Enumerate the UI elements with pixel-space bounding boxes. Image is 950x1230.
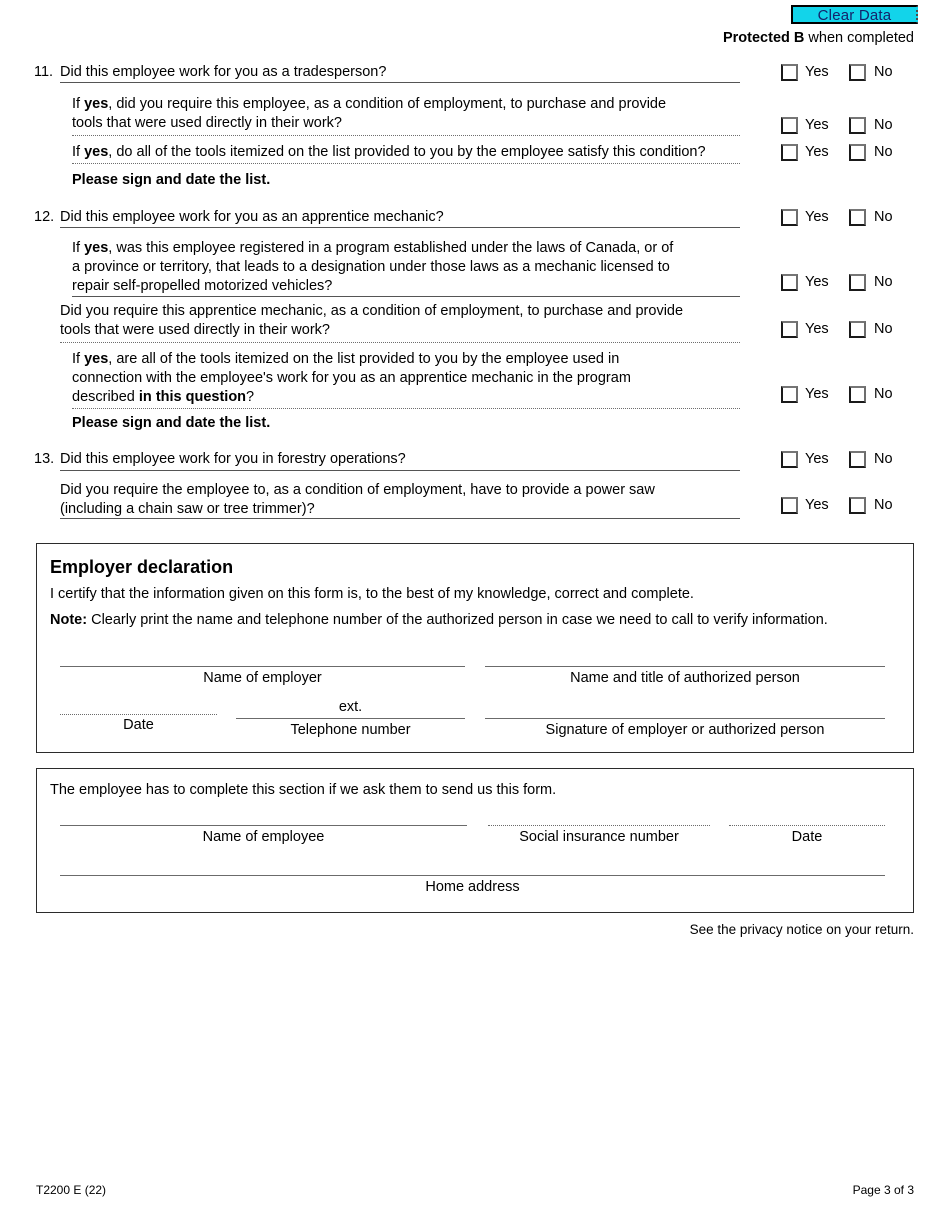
question-12c-yes-checkbox[interactable] bbox=[781, 386, 798, 403]
employer-declaration-note-bold: Note: bbox=[50, 612, 88, 628]
question-11a-no-label: No bbox=[874, 117, 893, 133]
protected-b-bold: Protected B bbox=[722, 30, 805, 46]
protected-b-rest: when completed bbox=[804, 30, 914, 46]
question-13-no-label: No bbox=[874, 451, 893, 467]
question-13a-no-label: No bbox=[874, 497, 893, 513]
question-12b-line1: Did you require this apprentice mechanic… bbox=[60, 303, 684, 319]
social-insurance-number-label: Social insurance number bbox=[519, 829, 679, 845]
question-12a-rule bbox=[72, 296, 740, 297]
employer-date-label: Date bbox=[123, 717, 154, 733]
question-12a-no-checkbox[interactable] bbox=[849, 274, 866, 291]
home-address-input[interactable] bbox=[60, 875, 885, 876]
question-11b-yes-checkbox[interactable] bbox=[781, 144, 798, 161]
question-12b-yes-checkbox[interactable] bbox=[781, 321, 798, 338]
question-11a-yes-label: Yes bbox=[805, 117, 829, 133]
question-12a-answer-group: Yes No bbox=[0, 274, 950, 294]
question-12c-no-checkbox[interactable] bbox=[849, 386, 866, 403]
question-12c-line1-prefix: If bbox=[72, 351, 85, 367]
employee-section-intro: The employee has to complete this sectio… bbox=[50, 782, 557, 798]
page-number: Page 3 of 3 bbox=[852, 1183, 914, 1197]
question-11b-yes-label: Yes bbox=[805, 144, 829, 160]
clear-data-button[interactable]: Clear Data bbox=[791, 5, 918, 24]
question-13a-yes-checkbox[interactable] bbox=[781, 497, 798, 514]
question-12b-yes-label: Yes bbox=[805, 321, 829, 337]
question-12c-answer-group: Yes No bbox=[0, 386, 950, 406]
question-11a-no-checkbox[interactable] bbox=[849, 117, 866, 134]
question-12c-line1: If yes, are all of the tools itemized on… bbox=[72, 350, 619, 369]
question-12-yes-checkbox[interactable] bbox=[781, 209, 798, 226]
question-13a-yes-label: Yes bbox=[805, 497, 829, 513]
question-11a-line1: If yes, did you require this employee, a… bbox=[72, 95, 666, 114]
question-13a-answer-group: Yes No bbox=[0, 497, 950, 517]
question-12a-yes-checkbox[interactable] bbox=[781, 274, 798, 291]
question-11-yes-checkbox[interactable] bbox=[781, 64, 798, 81]
question-13-no-checkbox[interactable] bbox=[849, 451, 866, 468]
question-12-yes-label: Yes bbox=[805, 209, 829, 225]
question-12c-line1-suffix: , are all of the tools itemized on the l… bbox=[108, 351, 620, 367]
employer-date-input[interactable] bbox=[60, 714, 217, 715]
question-11a-yes-checkbox[interactable] bbox=[781, 117, 798, 134]
question-13a-no-checkbox[interactable] bbox=[849, 497, 866, 514]
name-title-authorized-person-input[interactable] bbox=[485, 666, 885, 667]
question-13-yes-checkbox[interactable] bbox=[781, 451, 798, 468]
question-11a-line1-prefix: If bbox=[72, 96, 85, 112]
question-12a-line1-emphasis: yes bbox=[84, 240, 109, 256]
question-12b-no-checkbox[interactable] bbox=[849, 321, 866, 338]
signature-label: Signature of employer or authorized pers… bbox=[545, 722, 825, 738]
form-page: Clear Data Protected B when completed 11… bbox=[0, 0, 950, 1230]
question-11a-line1-emphasis: yes bbox=[84, 96, 109, 112]
question-12b-rule bbox=[60, 342, 740, 343]
question-12a-line1: If yes, was this employee registered in … bbox=[72, 239, 673, 258]
employee-date-input[interactable] bbox=[729, 825, 885, 826]
question-11-no-checkbox[interactable] bbox=[849, 64, 866, 81]
question-11b-no-label: No bbox=[874, 144, 893, 160]
employer-declaration-title: Employer declaration bbox=[50, 557, 234, 577]
question-13-yes-label: Yes bbox=[805, 451, 829, 467]
name-of-employee-input[interactable] bbox=[60, 825, 467, 826]
question-11b-no-checkbox[interactable] bbox=[849, 144, 866, 161]
home-address-label: Home address bbox=[425, 879, 520, 895]
question-12c-line1-emphasis: yes bbox=[84, 351, 109, 367]
question-11-answer-group: Yes No bbox=[0, 64, 950, 84]
telephone-number-input[interactable] bbox=[236, 718, 465, 719]
question-12c-yes-label: Yes bbox=[805, 386, 829, 402]
privacy-notice: See the privacy notice on your return. bbox=[689, 922, 914, 937]
signature-input[interactable] bbox=[485, 718, 885, 719]
question-12b-no-label: No bbox=[874, 321, 893, 337]
question-11a-answer-group: Yes No bbox=[0, 117, 950, 137]
name-of-employer-label: Name of employer bbox=[203, 670, 322, 686]
employer-declaration-certify: I certify that the information given on … bbox=[50, 586, 694, 602]
question-11-no-label: No bbox=[874, 64, 893, 80]
question-13-answer-group: Yes No bbox=[0, 451, 950, 471]
question-12-sign-date-note: Please sign and date the list. bbox=[72, 415, 271, 431]
question-12c-rule bbox=[72, 408, 740, 409]
question-12-no-checkbox[interactable] bbox=[849, 209, 866, 226]
name-of-employee-label: Name of employee bbox=[202, 829, 325, 845]
question-12c-no-label: No bbox=[874, 386, 893, 402]
question-13a-rule bbox=[60, 518, 740, 519]
question-12a-line1-prefix: If bbox=[72, 240, 85, 256]
telephone-number-label: Telephone number bbox=[290, 722, 411, 738]
employer-declaration-note-rest: Clearly print the name and telephone num… bbox=[87, 612, 828, 628]
question-12a-line1-suffix: , was this employee registered in a prog… bbox=[108, 240, 674, 256]
question-12a-no-label: No bbox=[874, 274, 893, 290]
question-11b-answer-group: Yes No bbox=[0, 144, 950, 164]
telephone-ext-label: ext. bbox=[338, 699, 363, 715]
question-11-sign-date-note: Please sign and date the list. bbox=[72, 172, 271, 188]
protected-b-label: Protected B when completed bbox=[723, 30, 914, 46]
name-of-employer-input[interactable] bbox=[60, 666, 465, 667]
question-11a-line1-suffix: , did you require this employee, as a co… bbox=[108, 96, 667, 112]
question-12-answer-group: Yes No bbox=[0, 209, 950, 229]
question-11-yes-label: Yes bbox=[805, 64, 829, 80]
name-title-authorized-person-label: Name and title of authorized person bbox=[570, 670, 800, 686]
form-code: T2200 E (22) bbox=[36, 1183, 107, 1197]
employee-date-label: Date bbox=[791, 829, 823, 845]
social-insurance-number-input[interactable] bbox=[488, 825, 710, 826]
employer-declaration-note: Note: Clearly print the name and telepho… bbox=[50, 611, 828, 630]
question-12-no-label: No bbox=[874, 209, 893, 225]
question-12b-answer-group: Yes No bbox=[0, 321, 950, 341]
question-12a-yes-label: Yes bbox=[805, 274, 829, 290]
